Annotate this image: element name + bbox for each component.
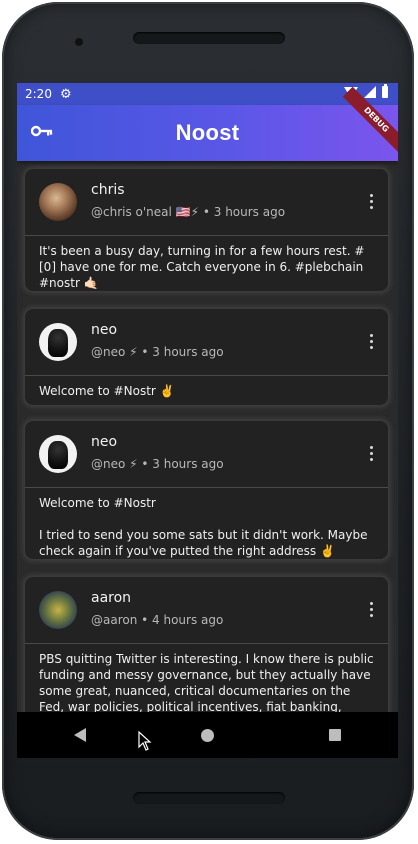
post-feed[interactable]: chris @chris o'neal 🇺🇸⚡ • 3 hours ago It… [17, 161, 398, 712]
phone-frame: 2:20 ⚙ Noost DEBUG chris @chris o'neal 🇺… [2, 2, 414, 840]
signal-icon [364, 86, 376, 98]
recent-apps-icon[interactable] [328, 729, 341, 741]
home-icon[interactable] [200, 728, 214, 742]
more-options-icon[interactable] [370, 194, 374, 212]
avatar[interactable] [39, 591, 77, 629]
more-options-icon[interactable] [370, 602, 374, 620]
mouse-cursor-icon [138, 731, 152, 751]
avatar[interactable] [39, 323, 77, 361]
avatar[interactable] [39, 435, 77, 473]
author-meta: @neo ⚡ • 3 hours ago [91, 457, 224, 471]
post-card[interactable]: neo @neo ⚡ • 3 hours ago Welcome to #Nos… [25, 309, 388, 405]
author-name[interactable]: chris [91, 182, 125, 198]
app-bar: Noost DEBUG [17, 86, 398, 161]
post-header: chris @chris o'neal 🇺🇸⚡ • 3 hours ago [25, 169, 388, 236]
key-icon[interactable] [31, 124, 53, 138]
author-name[interactable]: aaron [91, 590, 131, 606]
post-header: neo @neo ⚡ • 3 hours ago [25, 309, 388, 376]
bottom-speaker [133, 792, 285, 804]
status-time: 2:20 [25, 87, 52, 101]
author-meta: @neo ⚡ • 3 hours ago [91, 345, 224, 359]
navigation-bar [17, 712, 398, 758]
front-camera [75, 38, 83, 46]
author-name[interactable]: neo [91, 434, 117, 450]
post-header: neo @neo ⚡ • 3 hours ago [25, 421, 388, 488]
avatar[interactable] [39, 183, 77, 221]
more-options-icon[interactable] [370, 446, 374, 464]
post-body: Welcome to #Nostr I tried to send you so… [39, 496, 368, 558]
more-options-icon[interactable] [370, 334, 374, 352]
post-body: Welcome to #Nostr ✌️ [39, 384, 175, 398]
author-meta: @aaron • 4 hours ago [91, 613, 224, 627]
post-header: aaron @aaron • 4 hours ago [25, 577, 388, 644]
author-meta: @chris o'neal 🇺🇸⚡ • 3 hours ago [91, 205, 286, 219]
device-screen: 2:20 ⚙ Noost DEBUG chris @chris o'neal 🇺… [17, 83, 398, 758]
app-title: Noost [175, 120, 240, 145]
post-card[interactable]: chris @chris o'neal 🇺🇸⚡ • 3 hours ago It… [25, 169, 388, 291]
author-name[interactable]: neo [91, 322, 117, 338]
post-body: It's been a busy day, turning in for a f… [39, 244, 365, 290]
post-card[interactable]: neo @neo ⚡ • 3 hours ago Welcome to #Nos… [25, 421, 388, 559]
status-bar: 2:20 ⚙ [17, 83, 398, 105]
post-body: PBS quitting Twitter is interesting. I k… [39, 652, 374, 712]
earpiece-speaker [133, 32, 285, 44]
gear-icon: ⚙ [59, 86, 72, 102]
battery-icon [382, 84, 388, 98]
back-icon[interactable] [74, 728, 87, 742]
post-card[interactable]: aaron @aaron • 4 hours ago PBS quitting … [25, 577, 388, 712]
